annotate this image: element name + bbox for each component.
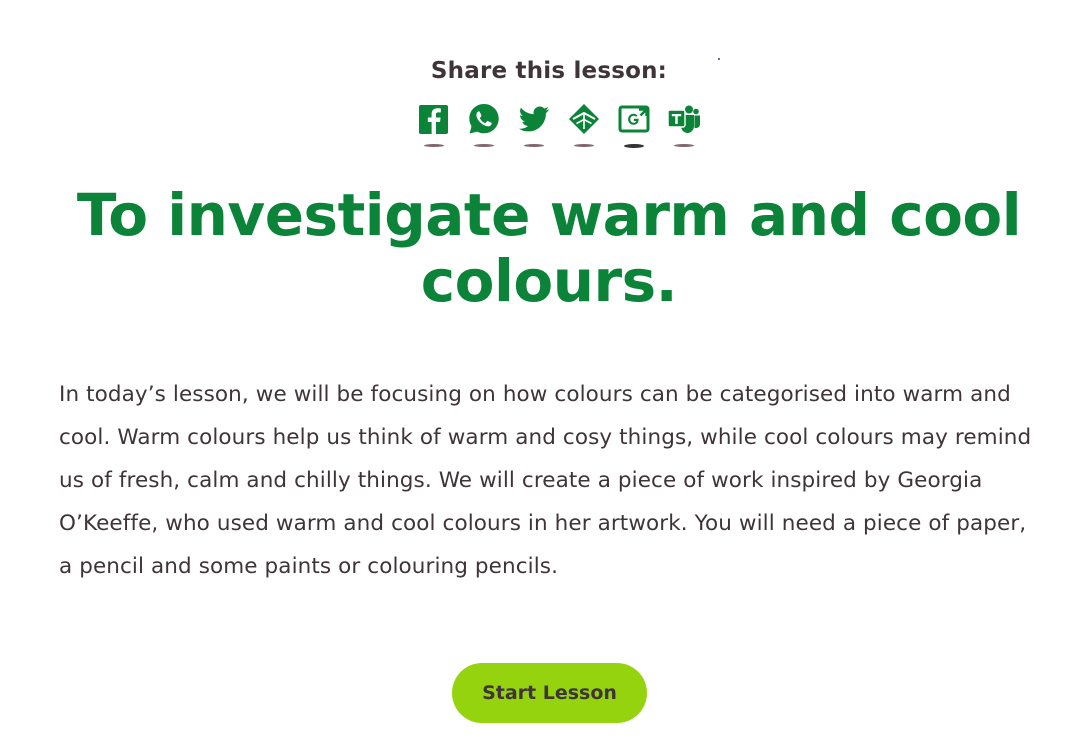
whatsapp-icon <box>469 104 499 134</box>
button-shadow <box>424 144 444 147</box>
share-facebook-button[interactable] <box>409 102 459 152</box>
button-shadow <box>524 144 544 147</box>
start-lesson-button[interactable]: Start Lesson <box>452 663 647 723</box>
microsoft-teams-icon <box>667 105 700 133</box>
share-email-button[interactable] <box>559 102 609 152</box>
google-classroom-icon <box>618 105 650 133</box>
decorative-dot <box>718 58 720 60</box>
button-shadow <box>674 144 694 147</box>
share-whatsapp-button[interactable] <box>459 102 509 152</box>
email-icon <box>569 104 599 134</box>
facebook-icon <box>419 105 448 134</box>
share-buttons <box>409 102 709 152</box>
share-heading: Share this lesson: <box>430 58 668 84</box>
twitter-icon <box>518 106 549 132</box>
button-shadow <box>624 144 644 148</box>
share-twitter-button[interactable] <box>509 102 559 152</box>
share-microsoft-teams-button[interactable] <box>659 102 709 152</box>
lesson-title: To investigate warm and cool colours. <box>76 181 1022 315</box>
button-shadow <box>474 144 494 147</box>
button-shadow <box>574 144 594 147</box>
lesson-description: In today’s lesson, we will be focusing o… <box>59 382 1032 579</box>
lesson-page: Share this lesson: To investigate warm a… <box>0 0 1087 751</box>
share-google-classroom-button[interactable] <box>609 102 659 152</box>
